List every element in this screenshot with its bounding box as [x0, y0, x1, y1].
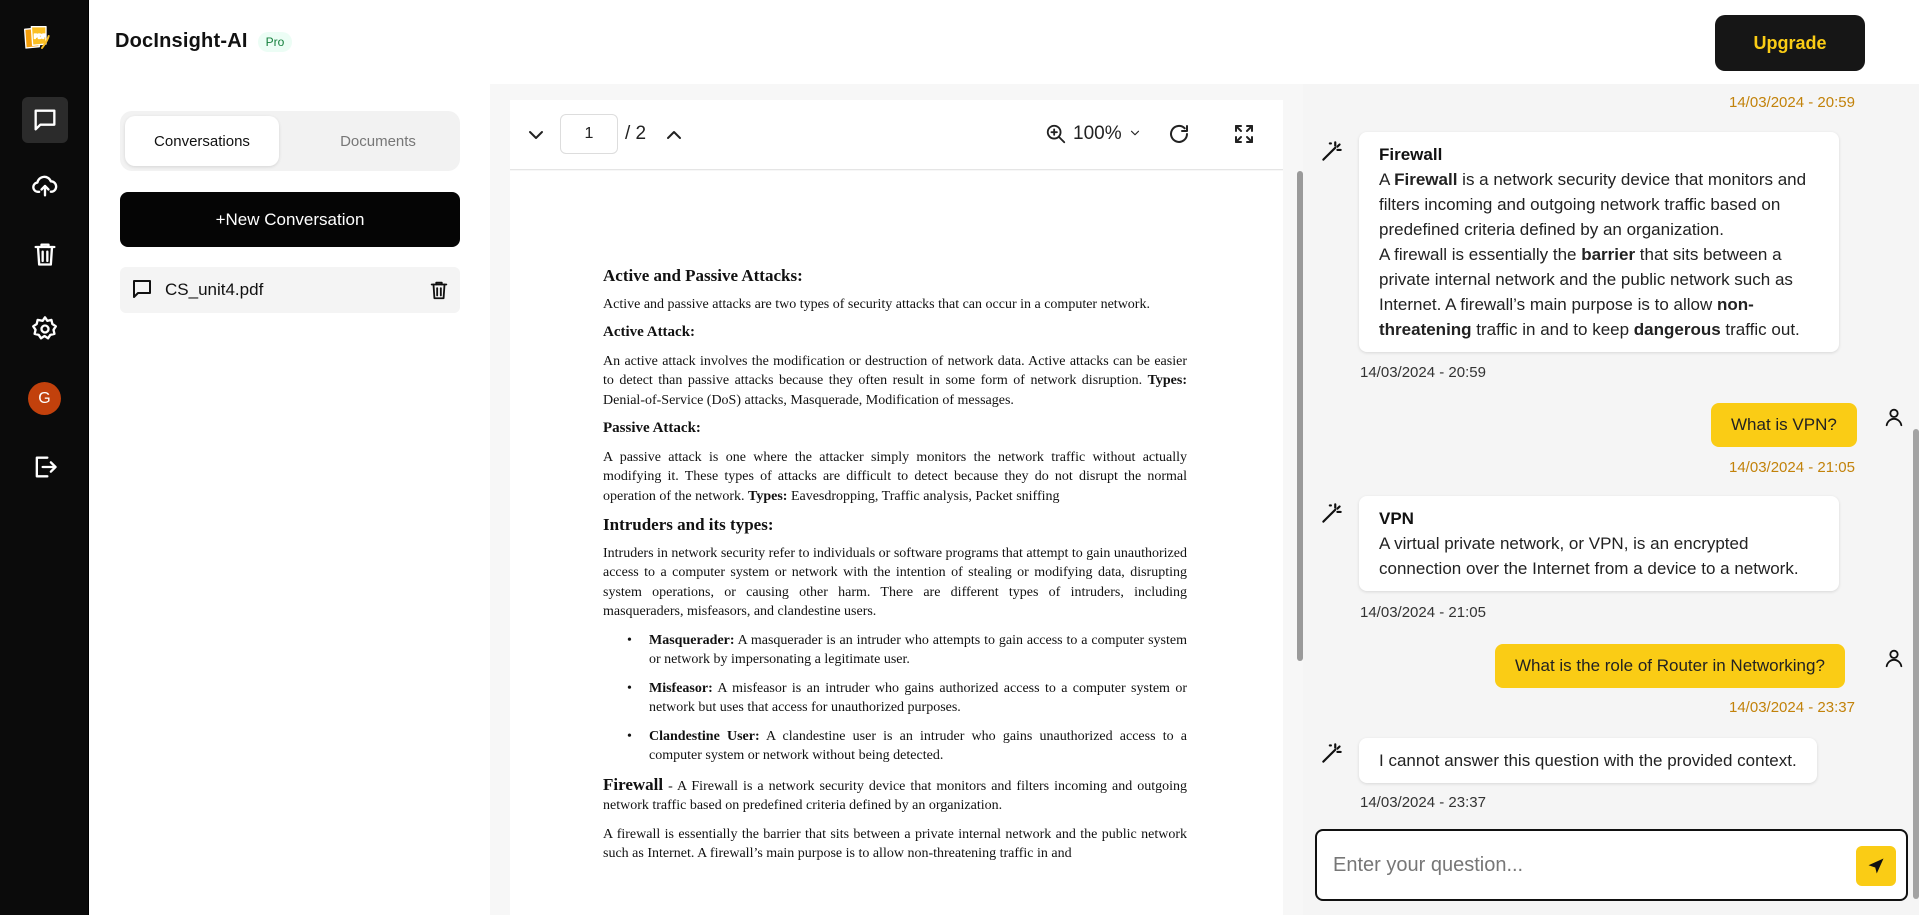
zoom-chevron-icon[interactable]: [1128, 126, 1142, 140]
chat-panel: 14/03/2024 - 20:59 Firewall A Firewall i…: [1303, 84, 1919, 915]
magic-wand-icon: [1319, 500, 1345, 526]
doc-heading: Active and Passive Attacks:: [603, 266, 803, 285]
rail-logout-button[interactable]: [22, 444, 68, 490]
pdf-toolbar: 1 / 2 100%: [510, 100, 1283, 170]
bot-message-text: A firewall is essentially the barrier th…: [1379, 245, 1800, 339]
user-message: What is VPN?: [1711, 403, 1857, 447]
send-button[interactable]: [1856, 846, 1896, 886]
user-icon: [1883, 647, 1905, 669]
bot-message: Firewall A Firewall is a network securit…: [1359, 132, 1839, 352]
logout-icon: [35, 456, 57, 478]
doc-paragraph: An active attack involves the modificati…: [603, 353, 1188, 408]
upgrade-button[interactable]: Upgrade: [1715, 15, 1865, 71]
doc-list: Masquerader: A masquerader is an intrude…: [627, 631, 1187, 766]
message-timestamp: 14/03/2024 - 21:05: [1360, 604, 1486, 621]
pdf-page: Active and Passive Attacks: Active and p…: [510, 171, 1283, 915]
bot-message-title: VPN: [1379, 509, 1414, 528]
settings-icon: [32, 316, 58, 340]
pro-badge: Pro: [257, 31, 293, 52]
rail-chat-button[interactable]: [22, 97, 68, 143]
doc-paragraph: A firewall is essentially the barrier th…: [603, 826, 1187, 862]
bot-message-text: A virtual private network, or VPN, is an…: [1379, 534, 1799, 578]
magic-wand-icon: [1319, 740, 1345, 766]
rotate-icon[interactable]: [1167, 122, 1191, 146]
bot-message-title: Firewall: [1379, 145, 1443, 164]
list-item: Masquerader: A masquerader is an intrude…: [627, 631, 1187, 670]
new-conversation-button[interactable]: +New Conversation: [120, 192, 460, 247]
panel-tabs: Conversations Documents: [120, 111, 460, 171]
message-timestamp: 14/03/2024 - 23:37: [1729, 699, 1855, 716]
magic-wand-icon: [1319, 138, 1345, 164]
bot-message: I cannot answer this question with the p…: [1359, 738, 1817, 783]
message-icon: [130, 277, 154, 301]
send-icon: [1868, 858, 1884, 874]
question-input-box: [1315, 829, 1908, 901]
tab-documents[interactable]: Documents: [301, 116, 455, 166]
list-item: Misfeasor: A misfeasor is an intruder wh…: [627, 679, 1187, 718]
chat-scrollbar[interactable]: [1913, 429, 1919, 899]
message-timestamp: 14/03/2024 - 20:59: [1360, 364, 1486, 381]
pdf-viewer: 1 / 2 100% Active and Passive Attacks: A…: [490, 84, 1303, 915]
pdf-document-text: Active and Passive Attacks: Active and p…: [603, 266, 1187, 873]
chevron-down-icon[interactable]: [524, 123, 548, 147]
page-number-input[interactable]: 1: [560, 114, 618, 154]
doc-subheading: Passive Attack:: [603, 420, 701, 436]
brand: DocInsight-AI Pro: [115, 30, 293, 53]
rail-upload-button[interactable]: [22, 163, 68, 209]
doc-paragraph: Active and passive attacks are two types…: [603, 296, 1150, 312]
conversation-item[interactable]: CS_unit4.pdf: [120, 267, 460, 313]
chat-icon: [34, 109, 56, 131]
message-timestamp: 14/03/2024 - 20:59: [1729, 94, 1855, 111]
list-item: Clandestine User: A clandestine user is …: [627, 727, 1187, 766]
user-icon: [1883, 406, 1905, 428]
rail-settings-button[interactable]: [22, 306, 68, 352]
chevron-up-icon[interactable]: [662, 123, 686, 147]
user-message: What is the role of Router in Networking…: [1495, 644, 1845, 688]
bot-message: VPN A virtual private network, or VPN, i…: [1359, 496, 1839, 591]
zoom-level[interactable]: 100%: [1073, 123, 1122, 145]
bot-message-text: A Firewall is a network security device …: [1379, 170, 1807, 239]
conversation-name: CS_unit4.pdf: [165, 280, 264, 299]
tab-conversations[interactable]: Conversations: [125, 116, 279, 166]
message-timestamp: 14/03/2024 - 21:05: [1729, 459, 1855, 476]
icon-rail: PDF G: [0, 0, 89, 915]
doc-paragraph: A passive attack is one where the attack…: [603, 449, 1187, 504]
user-avatar[interactable]: G: [28, 382, 61, 415]
page-total: / 2: [625, 123, 647, 144]
delete-conversation-icon[interactable]: [428, 279, 450, 301]
message-timestamp: 14/03/2024 - 23:37: [1360, 794, 1486, 811]
doc-paragraph: Firewall - A Firewall is a network secur…: [603, 774, 1187, 814]
rail-delete-button[interactable]: [22, 231, 68, 277]
fullscreen-icon[interactable]: [1232, 122, 1256, 146]
doc-subheading: Active Attack:: [603, 324, 696, 340]
upload-cloud-icon: [32, 175, 58, 197]
question-input[interactable]: [1333, 849, 1813, 881]
trash-icon: [34, 243, 56, 266]
top-header: DocInsight-AI Pro Upgrade: [89, 0, 1919, 84]
doc-paragraph: Intruders in network security refer to i…: [603, 545, 1187, 620]
svg-text:PDF: PDF: [34, 35, 46, 41]
app-logo[interactable]: PDF: [22, 24, 64, 66]
conversation-panel: Conversations Documents +New Conversatio…: [89, 84, 489, 915]
doc-heading: Intruders and its types:: [603, 515, 774, 534]
zoom-in-icon[interactable]: [1045, 123, 1067, 145]
app-name: DocInsight-AI: [115, 30, 248, 52]
